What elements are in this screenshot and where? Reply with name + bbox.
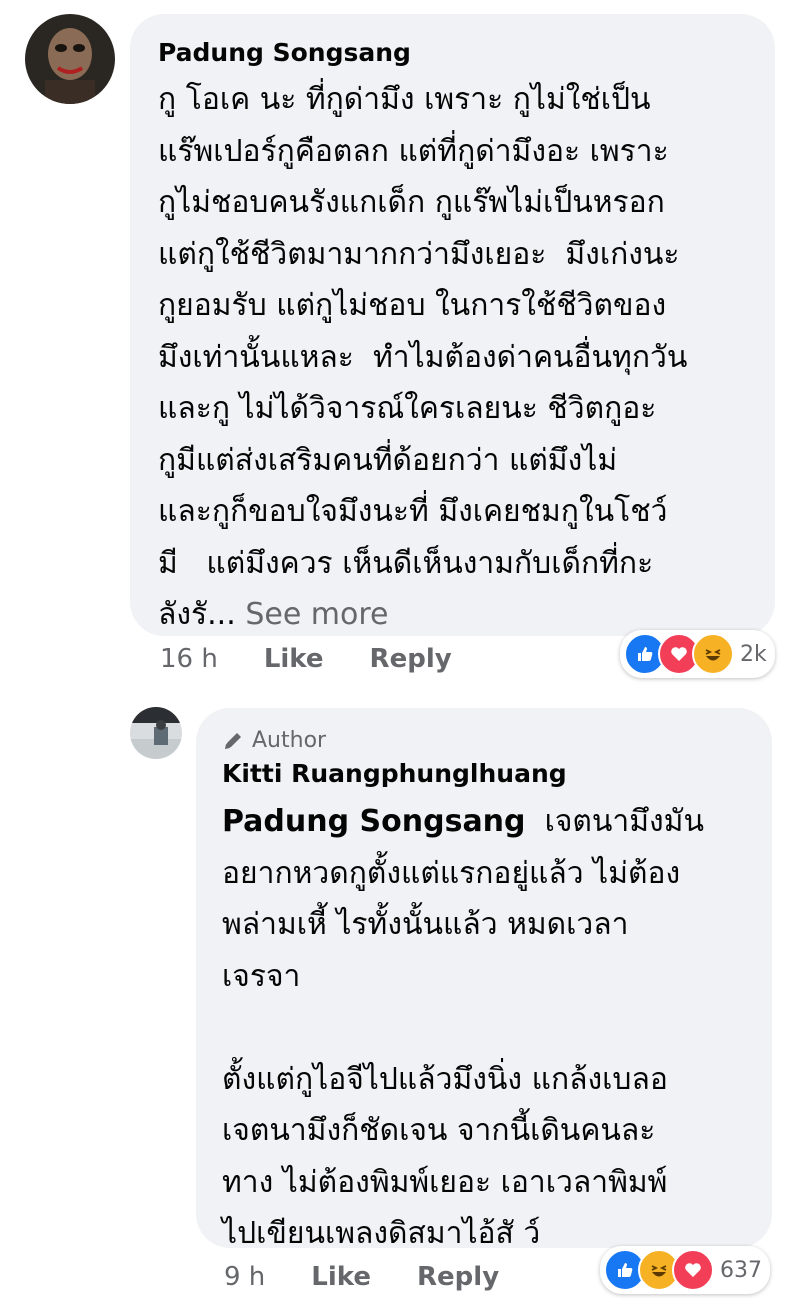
comment-timestamp[interactable]: 16 h <box>160 644 218 674</box>
reaction-summary[interactable]: 2k <box>620 630 775 678</box>
see-more-link[interactable]: See more <box>245 597 388 632</box>
comment-bubble: Padung Songsang กู โอเค นะ ที่กูด่ามึง เ… <box>130 14 775 636</box>
reply-like-button[interactable]: Like <box>311 1262 371 1292</box>
comment-line: และกู ไม่ได้วิจารณ์ใครเลยนะ ชีวิตกูอะ <box>158 391 657 426</box>
reply-line: พล่ามเหี้ ไรทั้งนั้นแล้ว หมดเวลา <box>222 907 629 942</box>
haha-icon <box>692 633 734 675</box>
reply-line: ไปเขียนเพลงดิสมาไอ้สั ว์ <box>222 1216 541 1251</box>
commenter-avatar[interactable] <box>25 14 115 104</box>
reply-reply-button[interactable]: Reply <box>417 1262 499 1292</box>
reply-reaction-summary[interactable]: 637 <box>600 1246 770 1294</box>
comment-line: กูไม่ชอบคนรังแกเด็ก กูแร๊พไม่เป็นหรอก <box>158 185 665 220</box>
mention-link[interactable]: Padung Songsang <box>222 804 526 839</box>
reply-author-avatar[interactable] <box>130 707 182 759</box>
comment-line: มี แต่มึงควร เห็นดีเห็นงามกับเด็กที่กะ <box>158 545 654 581</box>
comment-line: กู โอเค นะ ที่กูด่ามึง เพราะ กูไม่ใช่เป็… <box>158 82 651 117</box>
author-badge: Author <box>222 726 746 756</box>
comment-line: แร๊พเปอร์กูคือตลก แต่ที่กูด่ามึงอะ เพราะ <box>158 133 669 169</box>
comment-line: แต่กูใช้ชีวิตมามากกว่ามึงเยอะ มึงเก่งนะ <box>158 236 680 272</box>
comment-text: กู โอเค นะ ที่กูด่ามึง เพราะ กูไม่ใช่เป็… <box>158 74 747 641</box>
reply-line: ตั้งแต่กูไอจีไปแล้วมึงนิ่ง แกล้งเบลอ <box>222 1061 668 1097</box>
pencil-icon <box>225 733 241 749</box>
comment-line: มึงเท่านั้นแหละ ทำไมต้องด่าคนอื่นทุกวัน <box>158 339 688 375</box>
reaction-count: 2k <box>740 641 767 667</box>
author-badge-label: Author <box>252 728 327 753</box>
comment-line: กูยอมรับ แต่กูไม่ชอบ ในการใช้ชีวิตของ <box>158 288 667 323</box>
like-button[interactable]: Like <box>264 644 324 674</box>
comment-line: ลังรั... <box>158 597 236 632</box>
reply-line: เจตนามึงก็ชัดเจน จากนี้เดินคนละ <box>222 1113 656 1148</box>
reply-button[interactable]: Reply <box>370 644 452 674</box>
reply-timestamp[interactable]: 9 h <box>224 1262 265 1292</box>
reply-text: Padung Songsang เจตนามึงมัน อยากหวดกูตั้… <box>222 796 746 1260</box>
reply-line: เจรจา <box>222 958 301 994</box>
comment-line: กูมีแต่ส่งเสริมคนที่ด้อยกว่า แต่มึงไม่ <box>158 442 618 478</box>
reply-actions: 9 h Like Reply <box>224 1262 499 1292</box>
reply-author-name[interactable]: Kitti Ruangphunglhuang <box>222 756 746 792</box>
comment-line: และกูก็ขอบใจมึงนะที่ มึงเคยชมกูในโชว์ <box>158 494 668 529</box>
reply-line: ทาง ไม่ต้องพิมพ์เยอะ เอาเวลาพิมพ์ <box>222 1164 668 1200</box>
love-icon <box>672 1249 714 1291</box>
reply-line: อยากหวดกูตั้งแต่แรกอยู่แล้ว ไม่ต้อง <box>222 855 681 891</box>
comment-actions: 16 h Like Reply <box>160 644 452 674</box>
comment-author-name[interactable]: Padung Songsang <box>158 36 747 70</box>
reply-bubble: Author Kitti Ruangphunglhuang Padung Son… <box>196 708 772 1251</box>
reply-reaction-count: 637 <box>720 1257 762 1283</box>
reply-line: เจตนามึงมัน <box>544 804 704 839</box>
